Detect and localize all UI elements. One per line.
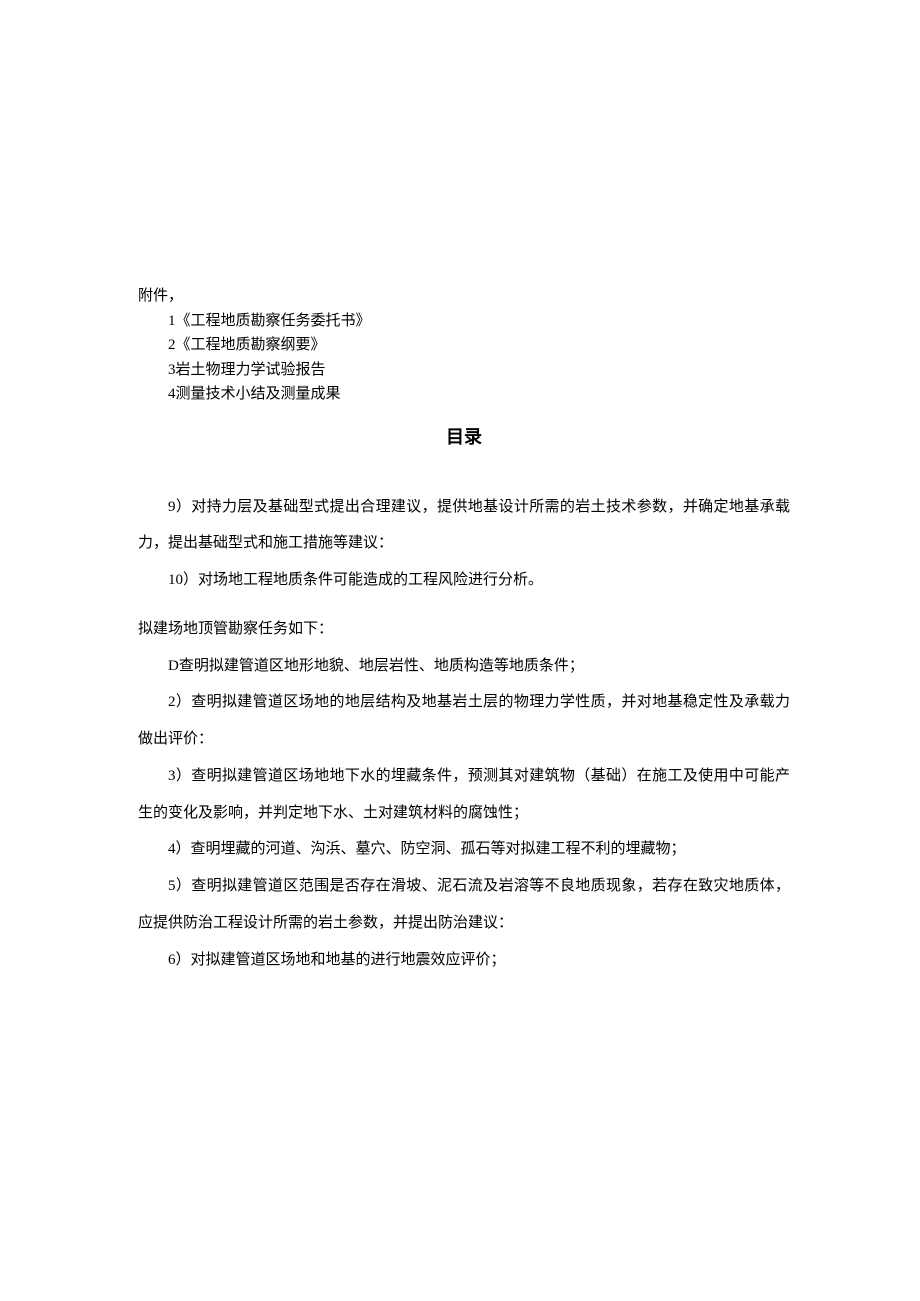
task-item-3: 3）查明拟建管道区场地地下水的埋藏条件，预测其对建筑物（基础）在施工及使用中可能… (138, 758, 790, 832)
task-item-6: 6）对拟建管道区场地和地基的进行地震效应评价； (138, 942, 790, 979)
task-item-2: 2）查明拟建管道区场地的地层结构及地基岩土层的物理力学性质，并对地基稳定性及承载… (138, 684, 790, 758)
attachment-item-1: 1《工程地质勘察任务委托书》 (138, 310, 790, 333)
attachment-item-2: 2《工程地质勘察纲要》 (138, 334, 790, 357)
attachment-item-3: 3岩土物理力学试验报告 (138, 359, 790, 382)
paragraph-9: 9）对持力层及基础型式提出合理建议，提供地基设计所需的岩土技术参数，并确定地基承… (138, 489, 790, 563)
attachment-item-4: 4测量技术小结及测量成果 (138, 383, 790, 406)
task-item-d: D查明拟建管道区地形地貌、地层岩性、地质构造等地质条件； (138, 648, 790, 685)
toc-title: 目录 (138, 424, 790, 451)
task-item-5: 5）查明拟建管道区范围是否存在滑坡、泥石流及岩溶等不良地质现象，若存在致灾地质体… (138, 868, 790, 942)
task-item-4: 4）查明埋藏的河道、沟浜、墓穴、防空洞、孤石等对拟建工程不利的埋藏物； (138, 831, 790, 868)
document-page: 附件， 1《工程地质勘察任务委托书》 2《工程地质勘察纲要》 3岩土物理力学试验… (0, 0, 920, 978)
paragraph-10: 10）对场地工程地质条件可能造成的工程风险进行分析。 (138, 562, 790, 599)
attachments-header: 附件， (138, 285, 790, 308)
section-gap (138, 599, 790, 611)
task-intro: 拟建场地顶管勘察任务如下： (138, 611, 790, 648)
